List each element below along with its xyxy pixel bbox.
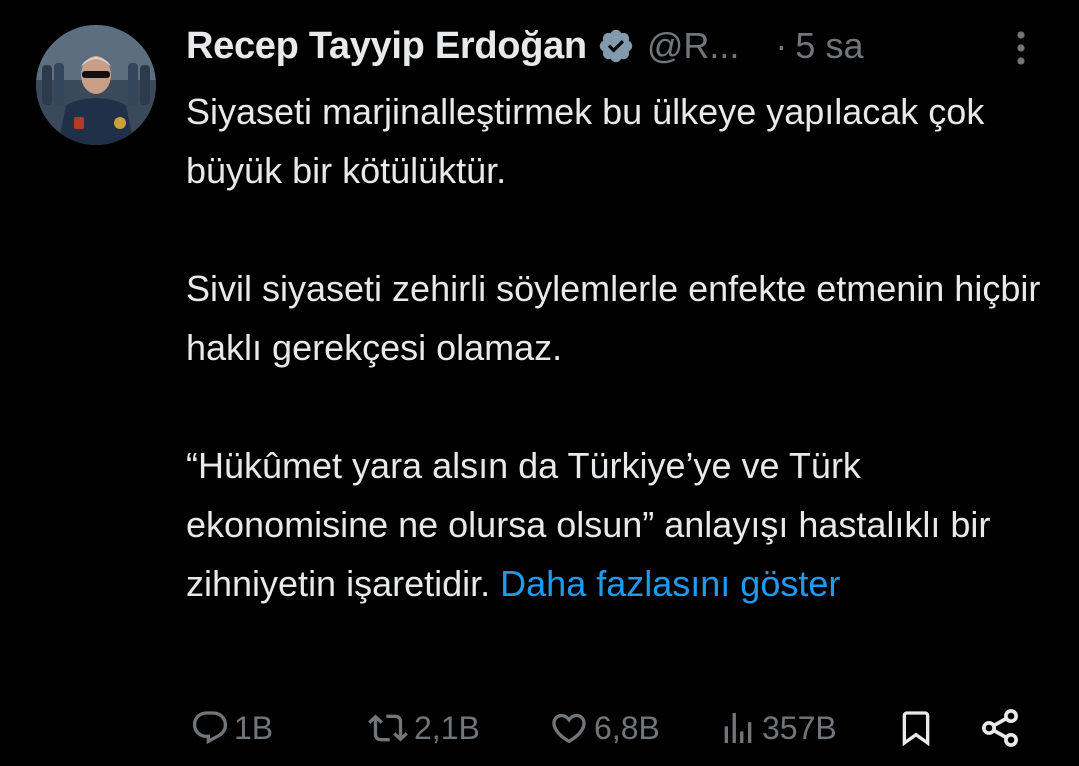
more-vertical-icon[interactable] <box>1008 28 1034 68</box>
handle[interactable]: @R... <box>647 25 740 67</box>
retweet-count: 2,1B <box>414 709 480 746</box>
share-icon <box>982 709 1018 747</box>
tweet[interactable]: Recep Tayyip Erdoğan @R... · 5 sa Siyase… <box>0 0 1079 766</box>
verified-badge-icon[interactable] <box>597 27 635 65</box>
reply-count: 1B <box>234 709 274 746</box>
share-button[interactable] <box>978 700 1022 756</box>
show-more-link[interactable]: Daha fazlasını göster <box>500 563 840 604</box>
retweet-icon <box>368 714 408 742</box>
bookmark-icon <box>902 711 930 747</box>
like-count: 6,8B <box>594 709 660 746</box>
retweet-button[interactable]: 2,1B <box>366 700 480 756</box>
action-bar: 1B 2,1B 6,8B 357B <box>0 700 1079 756</box>
reply-button[interactable]: 1B <box>190 700 273 756</box>
tweet-paragraph-last: “Hükûmet yara alsın da Türkiye’ye ve Tür… <box>186 436 1056 613</box>
tweet-paragraph: Siyaseti marjinalleştirmek bu ülkeye yap… <box>186 91 985 191</box>
timestamp[interactable]: 5 sa <box>795 25 863 67</box>
avatar-image <box>36 25 156 145</box>
separator: · <box>775 25 788 66</box>
display-name[interactable]: Recep Tayyip Erdoğan <box>186 25 587 68</box>
views-icon <box>724 713 752 743</box>
views-count: 357B <box>762 709 837 746</box>
reply-icon <box>192 711 228 745</box>
tweet-paragraph: Sivil siyaseti zehirli söylemlerle enfek… <box>186 268 1041 368</box>
tweet-header: Recep Tayyip Erdoğan @R... · 5 sa <box>186 18 863 74</box>
views-button[interactable]: 357B <box>718 700 837 756</box>
avatar[interactable] <box>36 25 156 145</box>
like-button[interactable]: 6,8B <box>548 700 660 756</box>
tweet-text: Siyaseti marjinalleştirmek bu ülkeye yap… <box>186 82 1056 613</box>
heart-icon <box>552 713 586 744</box>
bookmark-button[interactable] <box>896 700 936 756</box>
